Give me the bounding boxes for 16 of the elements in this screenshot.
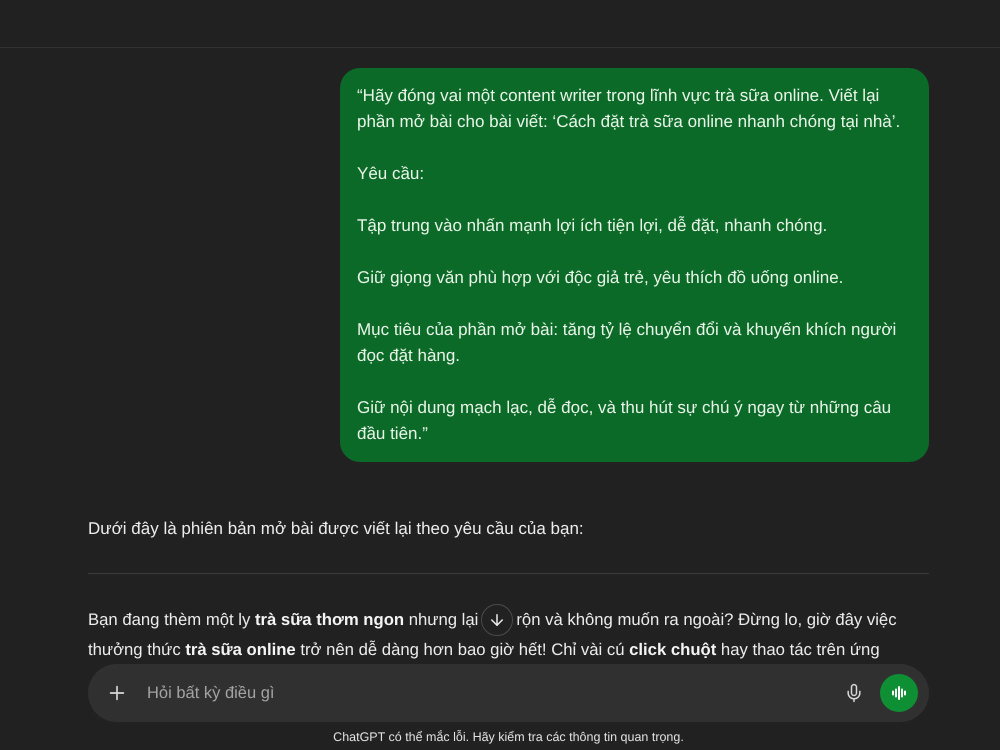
response-text: Bạn đang thèm một ly trà sữa thơm ngon nhưng lại bbox=[88, 609, 478, 631]
message-text: Tập trung vào nhấn mạnh lợi ích tiện lợi, dễ đặt, nhanh chóng. bbox=[357, 215, 828, 237]
disclaimer-text: ChatGPT có thể mắc lỗi. Hãy kiểm tra các thông tin quan trọng. bbox=[333, 730, 684, 744]
message-input[interactable]: Hỏi bất kỳ điều gì bbox=[145, 679, 830, 707]
message-text: Giữ giọng văn phù hợp với độc giả trẻ, yêu thích đồ uống online. bbox=[357, 267, 844, 289]
voice-button[interactable] bbox=[880, 674, 918, 712]
message-text: Giữ nội dung mạch lạc, dễ đọc, và thu hút sự chú ý ngay từ những câu đầu tiên.” bbox=[357, 397, 892, 445]
message-text: Yêu cầu: bbox=[357, 163, 426, 185]
composer-bar[interactable]: Hỏi bất kỳ điều gì bbox=[88, 664, 929, 722]
scroll-down-button[interactable] bbox=[481, 604, 514, 636]
response-text: rộn và không muốn ra ngoài? Đừng lo, giờ đây việc bbox=[516, 609, 897, 631]
message-text: Mục tiêu của phần mở bài: tăng tỷ lệ chuyển đổi và khuyến khích người đọc đặt hàng. bbox=[357, 319, 898, 367]
message-text: “Hãy đóng vai một content writer trong lĩnh vực trà sữa online. Viết lại phần mở bài cho bài viết: ‘Cách đặt trà sữa online nhanh chóng tại nhà’. bbox=[357, 85, 902, 133]
response-text: thưởng thức trà sữa online trở nên dễ dàng hơn bao giờ hết! Chỉ vài cú click chuột hay thao tác trên ứng bbox=[88, 639, 880, 661]
waveform-icon bbox=[891, 686, 907, 700]
response-text: Dưới đây là phiên bản mở bài được viết lại theo yêu cầu của bạn: bbox=[88, 518, 584, 540]
